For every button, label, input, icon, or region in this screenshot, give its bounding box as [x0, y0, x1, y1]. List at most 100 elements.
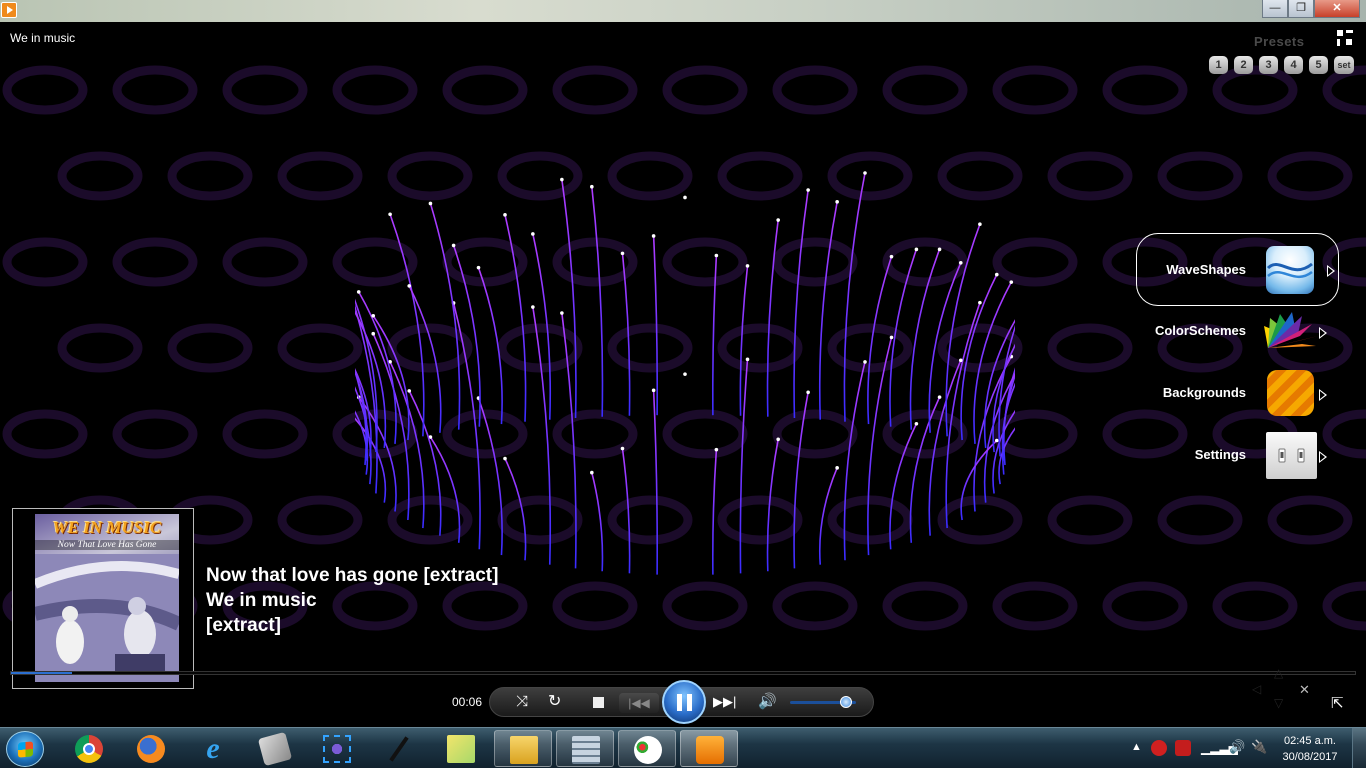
- background-ring: [772, 65, 858, 115]
- visualizer-strand: [793, 392, 809, 569]
- taskbar-sticky-notes[interactable]: [432, 730, 490, 767]
- speaker-tray-icon[interactable]: 🔊: [1229, 739, 1245, 755]
- taskbar-screen-capture[interactable]: [308, 730, 366, 767]
- preset-set-button[interactable]: set: [1334, 56, 1354, 74]
- visualizer-strand: [867, 337, 893, 556]
- taskbar-firefox[interactable]: [122, 730, 180, 767]
- visualizer-strand-tip: [407, 389, 412, 393]
- background-ring: [552, 581, 638, 631]
- shuffle-icon[interactable]: ⤨: [516, 693, 528, 711]
- visualizer-strand-tip: [889, 254, 894, 259]
- background-ring: [222, 237, 308, 287]
- background-ring: [1047, 323, 1133, 373]
- volume-icon[interactable]: 🔊: [758, 693, 777, 711]
- preset-1-button[interactable]: 1: [1209, 56, 1228, 74]
- media-player-app-icon[interactable]: [1, 2, 17, 18]
- chrome-icon: [75, 735, 103, 763]
- antivirus-tray-icon[interactable]: [1151, 740, 1167, 756]
- visualizer-strand: [429, 436, 461, 543]
- visualizer-strand: [711, 255, 718, 416]
- menu-settings[interactable]: Settings: [1128, 426, 1338, 482]
- visualizer-strand-tip: [958, 261, 963, 265]
- background-ring: [277, 151, 363, 201]
- acrobat-tray-icon[interactable]: [1175, 740, 1191, 756]
- menu-waveshapes[interactable]: WaveShapes: [1136, 233, 1339, 306]
- visualizer-strand-tip: [978, 222, 982, 227]
- taskbar-box-app[interactable]: [246, 730, 304, 767]
- stop-button[interactable]: [593, 697, 604, 708]
- preset-4-button[interactable]: 4: [1284, 56, 1303, 74]
- seek-bar[interactable]: [10, 671, 1356, 675]
- now-playing-info: Now that love has gone [extract] We in m…: [206, 563, 498, 638]
- taskbar-internet-explorer[interactable]: e: [184, 730, 242, 767]
- visualizer-strand-tip: [651, 388, 656, 393]
- previous-track-button[interactable]: |◀◀: [619, 693, 659, 713]
- visualizer-strand: [739, 265, 749, 416]
- taskbar-calculator[interactable]: [556, 730, 614, 767]
- visualizer-strand-tip: [806, 390, 810, 395]
- menu-backgrounds-label: Backgrounds: [1162, 385, 1246, 400]
- visualizer-strand: [504, 458, 527, 561]
- power-tray-icon[interactable]: 🔌: [1251, 739, 1267, 755]
- menu-colorschemes[interactable]: ColorSchemes: [1128, 302, 1338, 358]
- visualizer-strand-tip: [683, 195, 687, 200]
- background-ring: [1212, 581, 1298, 631]
- preset-2-button[interactable]: 2: [1234, 56, 1253, 74]
- visualizer-strand: [818, 467, 838, 565]
- taskbar-media-player[interactable]: [680, 730, 738, 767]
- taskbar-clock[interactable]: 02:45 a.m. 30/08/2017: [1275, 733, 1345, 765]
- show-desktop-button[interactable]: [1352, 728, 1366, 768]
- background-ring: [1267, 495, 1353, 545]
- switch-to-library-icon[interactable]: ⇱: [1331, 694, 1344, 712]
- next-track-button[interactable]: ▶▶|: [713, 693, 736, 711]
- audio-visualizer: [355, 171, 1015, 575]
- preset-3-button[interactable]: 3: [1259, 56, 1278, 74]
- screen-capture-icon: [323, 735, 351, 763]
- pause-button[interactable]: [662, 680, 706, 724]
- nav-up-icon[interactable]: △: [1274, 666, 1283, 680]
- maximize-button[interactable]: ❐: [1288, 0, 1314, 18]
- visualizer-strand: [477, 267, 503, 425]
- fullscreen-toggle-icon[interactable]: [1337, 30, 1355, 46]
- waveshapes-arrow-icon[interactable]: [1327, 265, 1335, 277]
- pen-icon: [389, 736, 409, 762]
- taskbar-paint[interactable]: [618, 730, 676, 767]
- background-ring: [662, 65, 748, 115]
- menu-colorschemes-label: ColorSchemes: [1154, 323, 1246, 338]
- close-button[interactable]: ✕: [1314, 0, 1360, 18]
- visualizer-strand: [408, 390, 442, 536]
- close-visualizer-icon[interactable]: ✕: [1299, 682, 1310, 698]
- window-titlebar[interactable]: — ❐ ✕: [0, 0, 1366, 22]
- volume-slider-knob[interactable]: [840, 696, 853, 708]
- box-app-icon: [257, 731, 293, 767]
- taskbar-pen[interactable]: [370, 730, 428, 767]
- visualizer-strand: [909, 396, 941, 543]
- background-ring: [992, 581, 1078, 631]
- visualizer-strand-tip: [560, 311, 564, 315]
- taskbar-chrome[interactable]: [60, 730, 118, 767]
- firefox-icon: [137, 735, 165, 763]
- menu-backgrounds[interactable]: Backgrounds: [1128, 364, 1338, 420]
- minimize-button[interactable]: —: [1262, 0, 1288, 18]
- start-button[interactable]: [6, 731, 44, 767]
- visualizer-strand: [889, 249, 918, 427]
- taskbar-file-explorer[interactable]: [494, 730, 552, 767]
- settings-arrow-icon[interactable]: [1319, 451, 1327, 463]
- nav-down-icon[interactable]: ▽: [1274, 696, 1283, 710]
- visualizer-strand: [452, 245, 481, 427]
- preset-5-button[interactable]: 5: [1309, 56, 1328, 74]
- visualizer-strand: [928, 262, 962, 433]
- album-art: WE IN MUSIC Now That Love Has Gone: [12, 508, 194, 689]
- visualizer-strand: [960, 439, 998, 521]
- colorschemes-arrow-icon[interactable]: [1319, 327, 1327, 339]
- visualizer-strand-tip: [889, 335, 894, 340]
- visualizer-strand: [818, 201, 838, 420]
- calculator-icon: [572, 736, 600, 764]
- tray-expand-icon[interactable]: ▲: [1131, 741, 1142, 753]
- visualizer-strand-tip: [863, 171, 867, 175]
- repeat-icon[interactable]: ↻: [548, 693, 561, 711]
- track-title: Now that love has gone [extract]: [206, 565, 499, 586]
- nav-left-icon[interactable]: ◁: [1252, 682, 1261, 696]
- backgrounds-arrow-icon[interactable]: [1319, 389, 1327, 401]
- visualizer-strand-tip: [428, 201, 433, 206]
